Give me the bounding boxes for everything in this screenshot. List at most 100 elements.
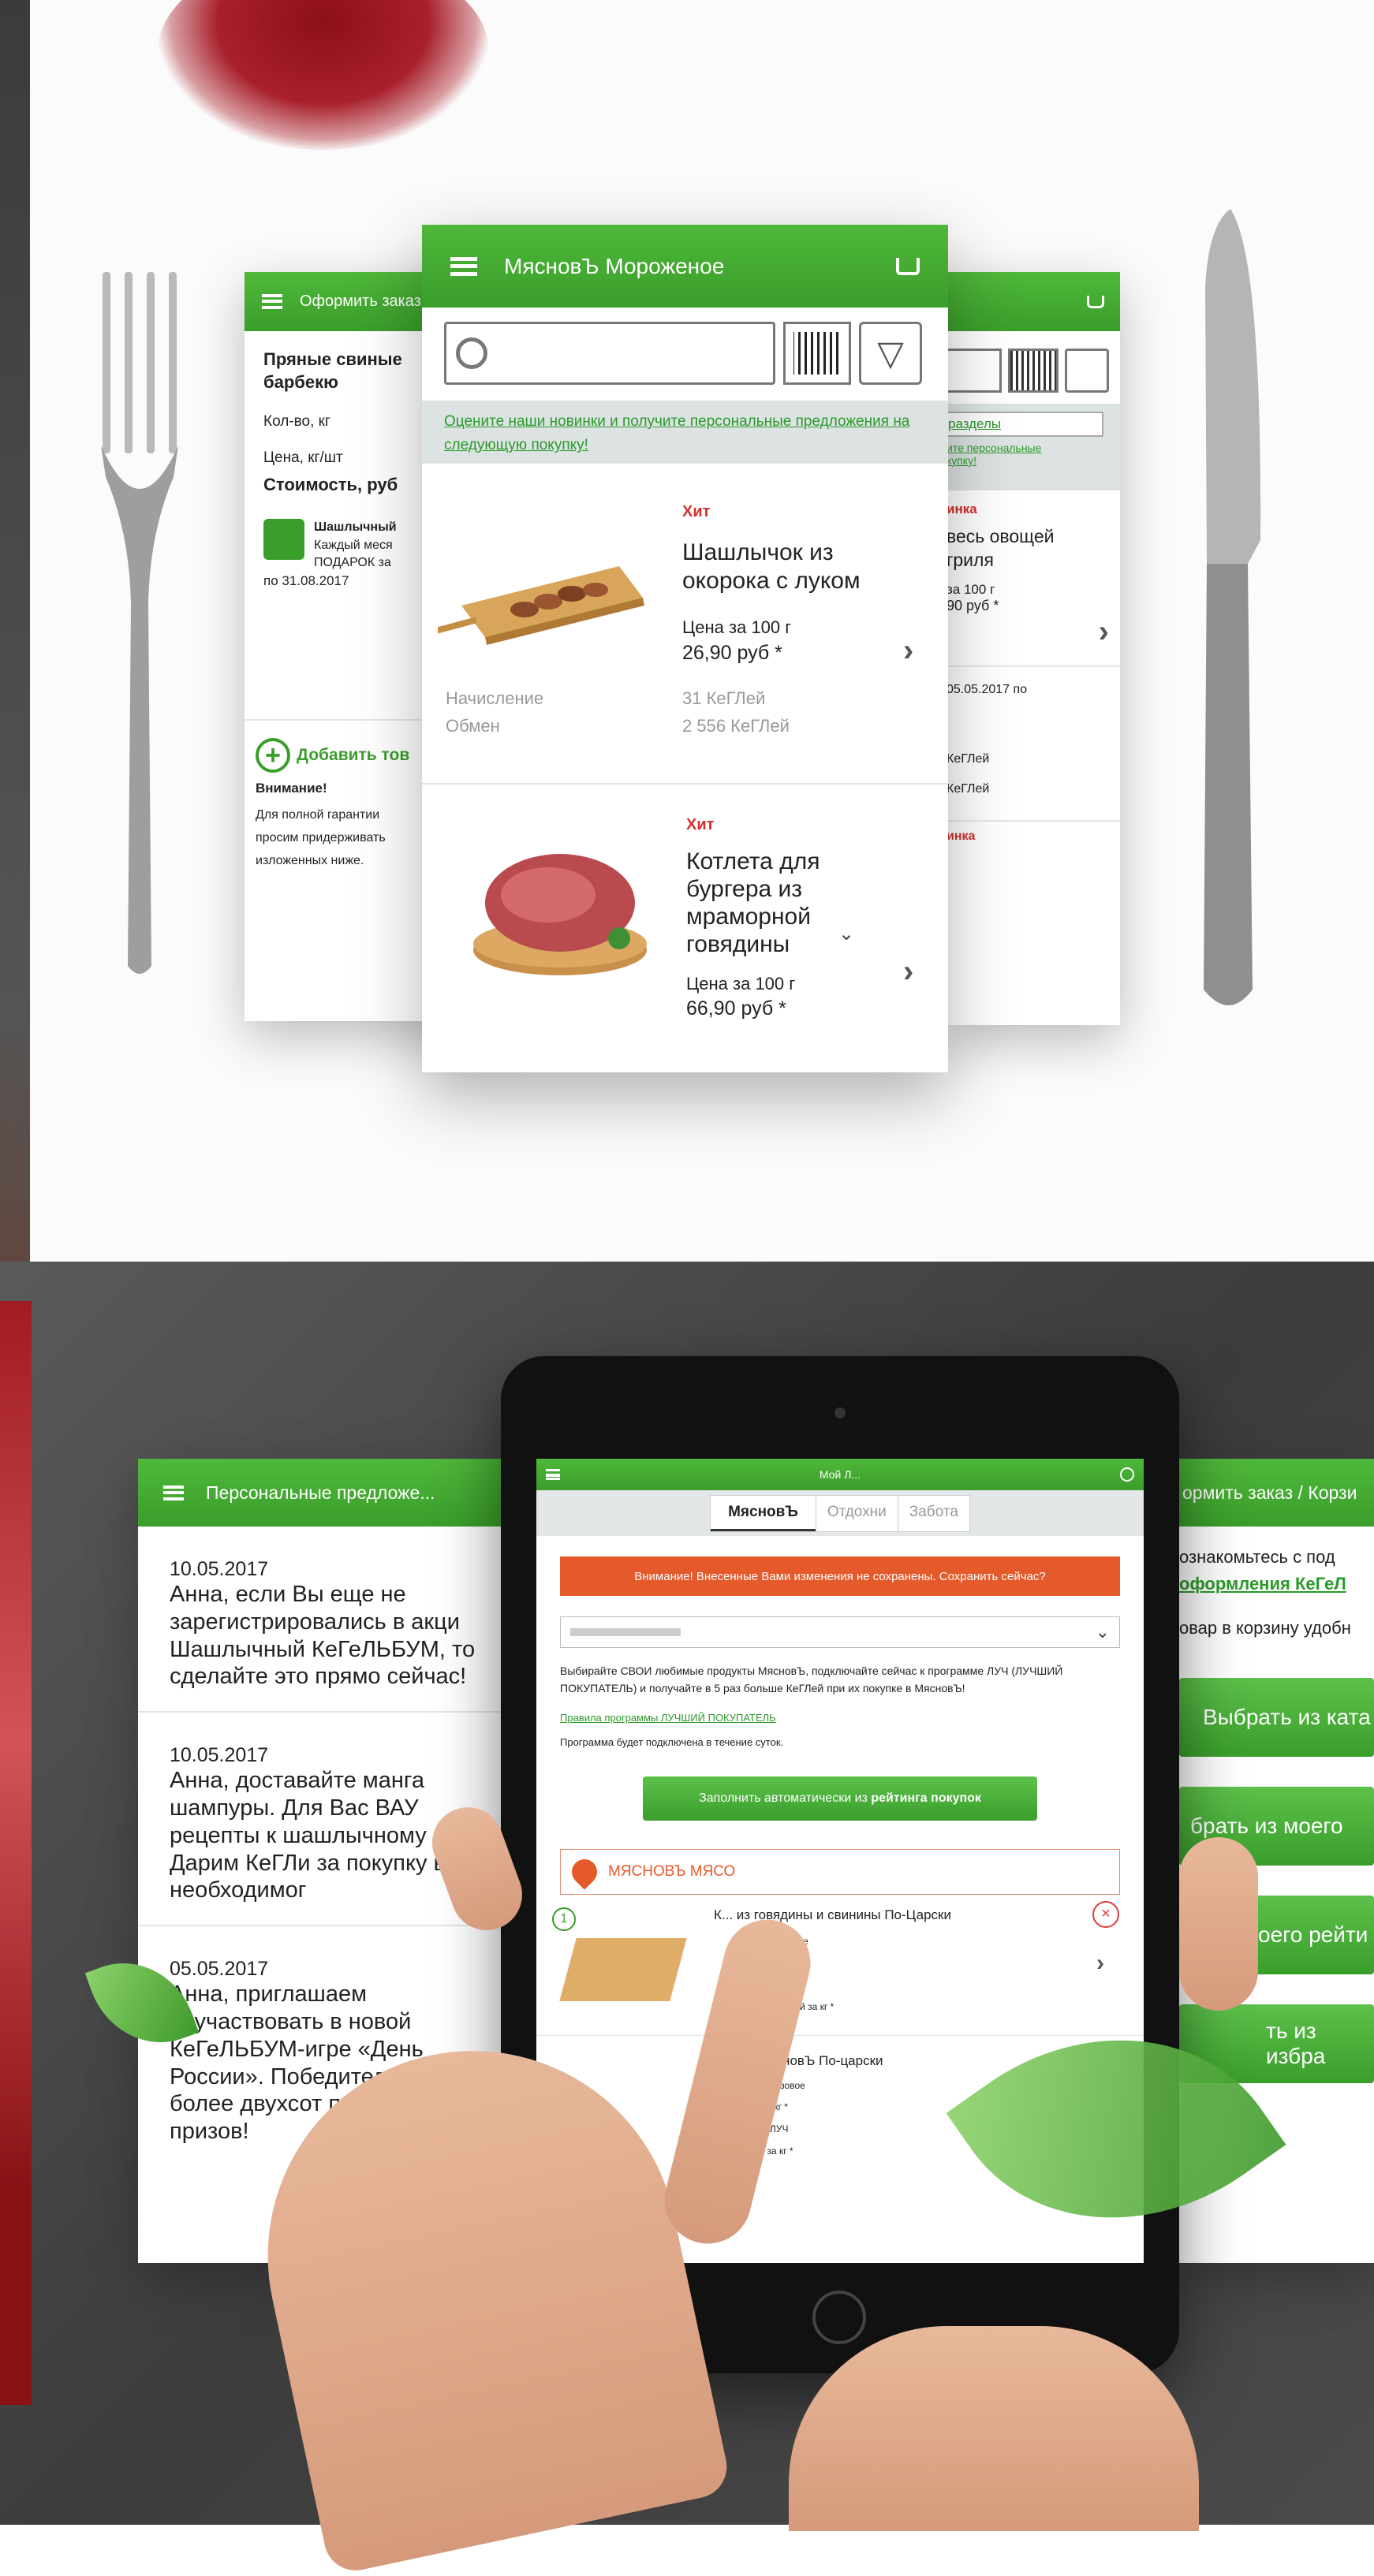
offers-header: Персональные предложе... <box>138 1459 501 1527</box>
tablet-header: Мой Л... <box>536 1459 1144 1490</box>
tablet-camera <box>834 1407 846 1418</box>
date-text: 05.05.2017 по <box>946 682 1028 696</box>
promo-line: Каждый меся <box>314 538 393 552</box>
add-product-label: Добавить тов <box>297 746 410 765</box>
product-name: Шашлычок из окорока с луком <box>682 539 861 594</box>
number-badge: 1 <box>552 1907 576 1931</box>
filter-icon[interactable]: ▽ <box>859 322 922 385</box>
chevron-right-icon[interactable]: › <box>903 633 913 669</box>
plus-circle-icon: + <box>256 738 290 774</box>
promo-text[interactable]: купку! <box>946 454 1120 467</box>
select-catalog-button[interactable]: Выбрать из ката <box>1179 1678 1374 1757</box>
autofill-label-bold: рейтинга покупок <box>871 1791 981 1805</box>
product-name: весь овощей гриля <box>946 526 1055 570</box>
tablet-title: Мой Л... <box>819 1468 861 1481</box>
heart-icon <box>566 1854 603 1890</box>
sausage-image <box>559 1937 687 2001</box>
cart-header: ормить заказ / Корзи <box>1179 1459 1374 1527</box>
badge: инка <box>946 829 976 843</box>
promo-text[interactable]: ите персональные <box>946 442 1120 454</box>
product-name: Котлета для бургера из мраморной говядин… <box>686 848 820 958</box>
right-phone-screen: разделы ите персональные купку! инка вес… <box>946 272 1120 1025</box>
section-title: МЯСНОВЪ МЯСО <box>608 1862 736 1880</box>
barcode-icon[interactable] <box>783 322 851 385</box>
tab-zabota[interactable]: Забота <box>897 1495 969 1531</box>
connect-note: Программа будет подключена в течение сут… <box>560 1735 784 1748</box>
skewers-board-image <box>438 566 644 645</box>
home-button[interactable] <box>812 2291 866 2344</box>
message-date: 05.05.2017 <box>170 1958 269 1981</box>
price: 66,90 руб * <box>686 997 786 1020</box>
beef-image <box>473 854 647 975</box>
message-date: 10.05.2017 <box>170 1558 269 1580</box>
message-date: 10.05.2017 <box>170 1744 269 1767</box>
price-label: Цена за 100 г <box>682 617 792 637</box>
filter-icon[interactable] <box>1065 349 1109 393</box>
list-item[interactable]: 1 К... из говядины и свинины По-Царски ×… <box>536 1895 1144 2036</box>
unsaved-warning[interactable]: Внимание! Внесенные Вами изменения не со… <box>560 1556 1120 1596</box>
meat-decor <box>0 1301 32 2405</box>
promo-title: Шашлычный <box>314 520 397 535</box>
offers-title: Персональные предложе... <box>206 1482 435 1503</box>
accrual-value: 31 КеГЛей <box>682 688 766 708</box>
chevron-right-icon[interactable]: › <box>903 954 913 990</box>
promo-link[interactable]: Оцените наши новинки и получите персонал… <box>444 410 926 458</box>
center-phone-header: МясновЪ Мороженое <box>422 225 948 308</box>
message-item[interactable]: 10.05.2017 Анна, если Вы еще не зарегист… <box>138 1527 501 1713</box>
search-icon <box>456 337 487 369</box>
center-phone-title: МясновЪ Мороженое <box>504 253 725 278</box>
points-line: КеГЛей <box>946 751 990 766</box>
search-input-partial[interactable] <box>946 349 1002 393</box>
menu-icon[interactable] <box>262 294 282 309</box>
hit-badge: Хит <box>686 816 715 833</box>
right-phone-header <box>946 272 1120 331</box>
points-line: КеГЛей <box>946 781 990 796</box>
rules-link[interactable]: оформления КеГеЛ <box>1179 1574 1374 1594</box>
sections-link[interactable]: разделы <box>946 412 1103 437</box>
menu-icon[interactable] <box>546 1469 560 1480</box>
info-line: овар в корзину удобн <box>1179 1618 1351 1638</box>
cart-icon[interactable] <box>896 257 920 275</box>
section-header[interactable]: МЯСНОВЪ МЯСО <box>560 1848 1120 1895</box>
cart-title: ормить заказ / Корзи <box>1182 1482 1357 1503</box>
search-input[interactable] <box>444 322 775 385</box>
grill-icon <box>263 519 304 561</box>
tab-myasnov[interactable]: МясновЪ <box>711 1496 816 1531</box>
knife-image <box>1204 209 1261 1005</box>
center-phone-screen: МясновЪ Мороженое ▽ Оцените наши новинки… <box>422 225 948 1072</box>
left-phone-title: Оформить заказ <box>300 293 421 310</box>
rules-link[interactable]: Правила программы ЛУЧШИЙ ПОКУПАТЕЛЬ <box>560 1712 1120 1724</box>
autofill-label: Заполнить автоматически из <box>699 1791 872 1805</box>
chevron-down-icon[interactable]: ⌄ <box>838 923 854 945</box>
product-name: Пряные свиные барбекю <box>263 349 402 392</box>
right-thumb <box>1179 1837 1258 2011</box>
fork-image <box>101 272 178 974</box>
product-card[interactable]: Хит Котлета для бургера из мраморной гов… <box>422 785 948 1053</box>
exchange-label: Обмен <box>446 716 500 736</box>
price: 90 руб * <box>946 597 999 613</box>
cart-icon[interactable] <box>1087 295 1104 308</box>
hit-badge: Хит <box>682 503 711 520</box>
promo-line: ПОДАРОК за <box>314 556 391 570</box>
chevron-right-icon[interactable]: › <box>1096 1950 1104 1977</box>
settings-icon[interactable] <box>1119 1467 1134 1482</box>
menu-icon[interactable] <box>450 256 477 276</box>
price: 26,90 руб * <box>682 642 782 664</box>
price-label: Цена за 100 г <box>686 974 796 993</box>
tab-otdokhni[interactable]: Отдохни <box>815 1495 898 1531</box>
remove-icon[interactable]: × <box>1092 1900 1119 1928</box>
autofill-button[interactable]: Заполнить автоматически из рейтинга поку… <box>643 1776 1037 1821</box>
badge: инка <box>946 501 977 516</box>
exchange-value: 2 556 КеГЛей <box>682 716 790 736</box>
menu-icon[interactable] <box>163 1485 184 1500</box>
program-select[interactable]: ⌄ <box>560 1616 1120 1648</box>
barcode-icon[interactable] <box>1008 349 1059 393</box>
message-text: Анна, если Вы еще не зарегистрировались … <box>170 1582 476 1690</box>
accrual-label: Начисление <box>446 688 544 708</box>
chevron-down-icon: ⌄ <box>1095 1622 1110 1642</box>
chevron-right-icon[interactable]: › <box>946 614 1120 650</box>
program-intro: Выбирайте СВОИ любимые продукты МясновЪ,… <box>560 1665 1063 1695</box>
product-card[interactable]: Хит Шашлычок из окорока с луком Цена за … <box>422 464 948 785</box>
info-line: ознакомьтесь с под <box>1179 1547 1335 1567</box>
price-label: за 100 г <box>946 581 995 597</box>
